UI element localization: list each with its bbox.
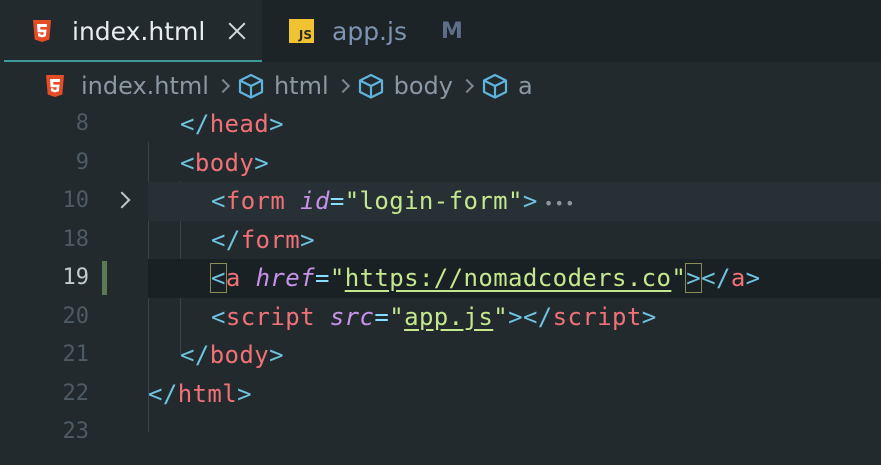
code-line[interactable]: 22 </html> xyxy=(0,375,881,414)
breadcrumb-item-a[interactable]: a xyxy=(480,72,533,100)
chevron-right-icon xyxy=(335,78,350,94)
fold-chevron-icon[interactable] xyxy=(113,191,131,209)
code-token: > xyxy=(300,225,315,254)
code-token: </ xyxy=(148,379,178,408)
code-token: body xyxy=(209,341,270,369)
modified-badge: M xyxy=(440,18,463,44)
code-token: > xyxy=(269,110,284,138)
code-token: "login-form" xyxy=(344,187,523,215)
code-token: > xyxy=(237,379,252,408)
line-number: 21 xyxy=(62,342,90,367)
code-token: " xyxy=(329,264,345,292)
code-token: > xyxy=(685,263,703,293)
code-token: body xyxy=(194,148,255,177)
code-line[interactable]: 21 </body> xyxy=(0,336,881,375)
code-text: </body> xyxy=(180,336,284,375)
code-token: = xyxy=(314,264,330,292)
code-token: </ xyxy=(522,302,553,331)
cube-icon xyxy=(482,73,508,99)
code-token: href xyxy=(255,264,315,292)
tab-app-js[interactable]: JS app.js M xyxy=(262,0,502,62)
code-token: </ xyxy=(701,264,731,292)
cube-icon xyxy=(358,73,383,99)
code-token: src xyxy=(329,302,375,331)
code-editor[interactable]: 8 </head> 9 <body> 10 <form id="login-form"> •… xyxy=(0,104,881,465)
chevron-right-icon xyxy=(459,78,475,94)
code-token: script xyxy=(225,302,315,331)
breadcrumb-label: body xyxy=(393,72,453,100)
breadcrumb-item-html[interactable]: html xyxy=(236,72,329,100)
code-token: > xyxy=(269,341,284,369)
code-token: id xyxy=(300,187,330,215)
code-token: = xyxy=(329,187,345,215)
breadcrumb-item-file[interactable]: index.html xyxy=(81,72,209,100)
code-token: html xyxy=(177,379,238,408)
code-text: <script src="app.js"></script> xyxy=(211,298,657,337)
cube-icon xyxy=(238,73,264,99)
code-token: < xyxy=(210,263,227,293)
code-line[interactable]: 8 </head> xyxy=(0,105,881,144)
code-text: <a href="https://nomadcoders.co"></a> xyxy=(210,259,761,298)
line-number: 19 xyxy=(62,265,90,290)
code-text: </html> xyxy=(148,375,252,414)
code-token: </ xyxy=(180,341,210,369)
code-token: < xyxy=(211,187,226,215)
js-icon: JS xyxy=(289,19,314,43)
code-line[interactable]: 18 </form> xyxy=(0,221,881,260)
modified-line-marker xyxy=(102,261,107,295)
code-token: </ xyxy=(180,110,210,138)
code-token: " xyxy=(493,302,509,331)
html5-icon xyxy=(45,74,65,98)
code-token: head xyxy=(209,110,270,138)
code-line[interactable]: 23 xyxy=(0,413,881,452)
code-text: <form id="login-form"> ••• xyxy=(211,182,576,224)
editor-window: index.html JS app.js M index.html html b… xyxy=(0,0,881,465)
tab-bar: index.html JS app.js M xyxy=(0,0,881,62)
code-line[interactable]: 10 <form id="login-form"> ••• xyxy=(0,182,881,221)
code-token: > xyxy=(508,302,523,331)
code-text: </form> xyxy=(211,221,315,260)
code-token: < xyxy=(211,302,226,331)
code-token: > xyxy=(522,187,538,215)
code-text: <body> xyxy=(180,144,269,183)
code-token: " xyxy=(389,302,405,331)
line-number: 9 xyxy=(75,149,89,175)
code-token: form xyxy=(240,225,301,254)
code-line[interactable]: 9 <body> xyxy=(0,144,881,183)
breadcrumb-item-body[interactable]: body xyxy=(356,72,453,100)
breadcrumb-label: html xyxy=(273,72,329,100)
code-token: form xyxy=(225,187,286,215)
code-line[interactable]: 19 <a href="https://nomadcoders.co"></a> xyxy=(0,259,881,298)
close-icon[interactable] xyxy=(227,21,247,41)
html5-icon xyxy=(32,19,52,43)
tab-label: index.html xyxy=(72,16,206,46)
tab-label: app.js xyxy=(332,16,407,46)
line-number: 23 xyxy=(62,419,90,444)
code-text: </head> xyxy=(180,105,284,144)
code-token: > xyxy=(745,264,761,292)
line-number: 22 xyxy=(62,380,90,406)
code-token: app.js xyxy=(404,302,494,331)
code-token: " xyxy=(671,264,687,292)
line-number: 20 xyxy=(62,303,90,329)
line-number: 8 xyxy=(75,111,89,136)
code-token: a xyxy=(225,264,241,292)
chevron-right-icon xyxy=(215,78,231,94)
code-token: script xyxy=(552,302,642,331)
code-token: < xyxy=(180,148,195,177)
code-token: </ xyxy=(211,225,241,254)
breadcrumb-label: a xyxy=(518,72,533,100)
code-token: > xyxy=(254,148,270,177)
code-token: > xyxy=(641,302,657,331)
code-line[interactable]: 20 <script src="app.js"></script> xyxy=(0,298,881,337)
tab-index-html[interactable]: index.html xyxy=(0,0,262,62)
line-number: 10 xyxy=(62,188,90,213)
breadcrumb: index.html html body a xyxy=(0,66,533,106)
folded-ellipsis-icon[interactable]: ••• xyxy=(544,194,576,213)
code-token: a xyxy=(730,264,746,292)
line-number: 18 xyxy=(62,226,90,252)
code-token: = xyxy=(374,302,390,331)
code-token: https://nomadcoders.co xyxy=(344,264,672,292)
